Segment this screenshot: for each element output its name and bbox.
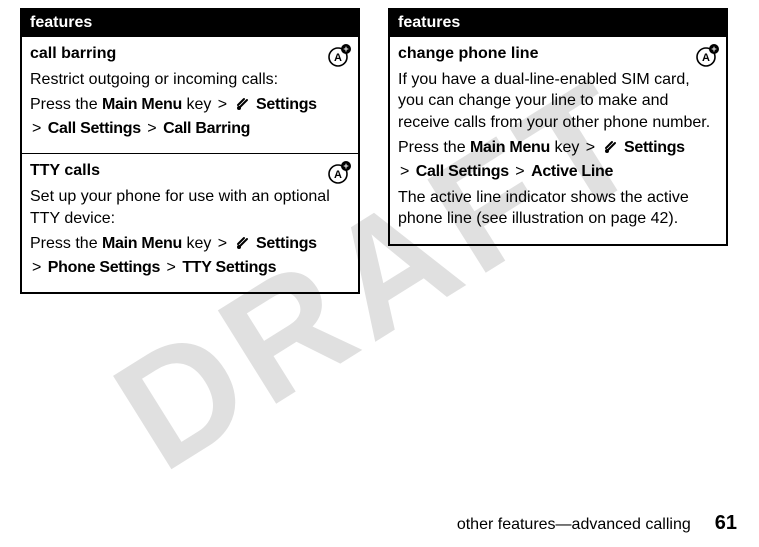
table-header-row: features [21,9,359,37]
svg-text:+: + [711,44,716,54]
table-header-cell: features [21,9,359,37]
settings-label: Settings [256,96,317,113]
carrier-feature-icon: A+ [324,43,352,74]
feature-title: call barring [30,43,350,65]
svg-text:A: A [702,52,710,64]
instr-text: Press the [30,96,102,113]
path-label: Phone Settings [48,259,160,276]
svg-text:A: A [334,52,342,64]
path-label: Active Line [531,163,613,180]
feature-note: The active line indicator shows the acti… [398,187,718,230]
features-table-right: features A+ change phone line If you hav… [388,8,728,246]
feature-desc: Restrict outgoing or incoming calls: [30,69,350,91]
chevron-right-icon: > [32,259,41,276]
main-menu-label: Main Menu [102,235,182,252]
svg-text:+: + [343,161,348,171]
chevron-right-icon: > [218,96,227,113]
footer-section-label: other features—advanced calling [457,516,691,534]
feature-desc: Set up your phone for use with an option… [30,186,350,229]
chevron-right-icon: > [515,163,524,180]
content-columns: features A+ call barring Restrict outgoi… [20,0,739,294]
main-menu-label: Main Menu [470,139,550,156]
carrier-feature-icon: A+ [324,160,352,191]
right-column: features A+ change phone line If you hav… [388,8,728,294]
chevron-right-icon: > [218,235,227,252]
path-label: Call Settings [48,120,141,137]
main-menu-label: Main Menu [102,96,182,113]
path-label: Call Barring [163,120,250,137]
path-label: Call Settings [416,163,509,180]
table-header-cell: features [389,9,727,37]
feature-instruction: Press the Main Menu key > Settings > Pho… [30,233,350,278]
feature-instruction: Press the Main Menu key > Settings > Cal… [30,94,350,139]
left-column: features A+ call barring Restrict outgoi… [20,8,360,294]
feature-desc: If you have a dual-line-enabled SIM card… [398,69,718,134]
feature-cell-change-line: A+ change phone line If you have a dual-… [389,37,727,245]
table-row: A+ TTY calls Set up your phone for use w… [21,154,359,293]
feature-instruction: Press the Main Menu key > Settings > Cal… [398,137,718,182]
feature-title: TTY calls [30,160,350,182]
settings-label: Settings [624,139,685,156]
path-label: TTY Settings [182,259,276,276]
feature-cell-tty-calls: A+ TTY calls Set up your phone for use w… [21,154,359,293]
page-footer: other features—advanced calling 61 [457,512,737,535]
instr-text: Press the [398,139,470,156]
page-root: DRAFT features A+ call barring Restrict … [0,0,759,547]
carrier-feature-icon: A+ [692,43,720,74]
features-table-left: features A+ call barring Restrict outgoi… [20,8,360,294]
instr-text: Press the [30,235,102,252]
settings-tool-icon [236,235,250,257]
feature-title: change phone line [398,43,718,65]
chevron-right-icon: > [400,163,409,180]
table-header-row: features [389,9,727,37]
table-row: A+ call barring Restrict outgoing or inc… [21,37,359,154]
settings-label: Settings [256,235,317,252]
table-row: A+ change phone line If you have a dual-… [389,37,727,245]
page-number: 61 [715,512,737,535]
instr-text: key [182,235,216,252]
chevron-right-icon: > [147,120,156,137]
feature-cell-call-barring: A+ call barring Restrict outgoing or inc… [21,37,359,154]
svg-text:+: + [343,44,348,54]
svg-text:A: A [334,169,342,181]
instr-text: key [550,139,584,156]
chevron-right-icon: > [167,259,176,276]
settings-tool-icon [604,139,618,161]
instr-text: key [182,96,216,113]
chevron-right-icon: > [32,120,41,137]
settings-tool-icon [236,96,250,118]
chevron-right-icon: > [586,139,595,156]
